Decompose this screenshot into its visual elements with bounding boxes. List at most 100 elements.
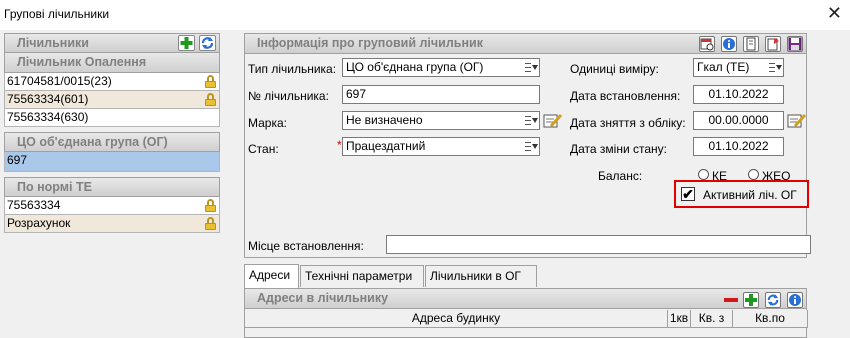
remove-address-button[interactable] [723, 292, 739, 308]
refresh-addresses-button[interactable] [765, 292, 781, 308]
tab-meters-in-group[interactable]: Лічильники в ОГ [425, 265, 537, 287]
units-label: Одиниці виміру: [570, 62, 659, 76]
lock-icon [205, 199, 216, 212]
addresses-header-label: Адреси в лічильнику [257, 291, 389, 305]
addresses-header: Адреси в лічильнику [245, 289, 806, 309]
tab-addresses[interactable]: Адреси [244, 264, 299, 288]
list-item-label: Розрахунок [7, 216, 71, 230]
column-apartment-to[interactable]: Кв.по [733, 310, 808, 328]
save-icon [788, 37, 802, 51]
plus-icon [745, 294, 757, 306]
list-item[interactable]: 75563334 [4, 197, 220, 215]
balance-label: Баланс: [598, 169, 643, 183]
location-label: Місце встановлення: [248, 239, 364, 253]
balance-zheo-radio[interactable] [748, 169, 759, 180]
plus-icon [180, 37, 193, 49]
lock-icon [205, 75, 216, 88]
column-apartment-from[interactable]: Кв. з [691, 310, 733, 328]
state-change-date-label: Дата зміни стану: [570, 142, 667, 156]
lock-icon [205, 93, 216, 106]
removal-date-value: 00.00.0000 [708, 113, 769, 127]
info-button[interactable] [721, 36, 737, 52]
column-address[interactable]: Адреса будинку [245, 310, 668, 328]
removal-date-input[interactable]: 00.00.0000 [693, 111, 784, 130]
calendar-clock-icon [700, 38, 714, 51]
meters-header: Лічильники [4, 33, 220, 53]
required-marker: * [337, 138, 342, 152]
list-item[interactable]: 75563334(630) [4, 109, 220, 127]
add-meter-button[interactable] [178, 35, 195, 51]
close-icon[interactable]: ✕ [827, 3, 842, 23]
state-change-date-value: 01.10.2022 [708, 139, 769, 153]
save-button[interactable] [787, 36, 803, 52]
meter-type-select[interactable]: ЦО об'єднана група (ОГ) [342, 58, 540, 77]
meters-header-label: Лічильники [17, 36, 89, 50]
list-item-selected[interactable]: 697 [4, 152, 220, 172]
location-input[interactable] [386, 235, 811, 254]
list-item-label: 697 [7, 153, 28, 167]
state-change-date-input[interactable]: 01.10.2022 [693, 137, 784, 156]
refresh-icon [201, 37, 214, 49]
brand-value: Не визначено [346, 113, 423, 127]
chevron-down-icon [524, 60, 538, 75]
addresses-panel: Адреси в лічильнику Адреса будинку 1кв К… [244, 288, 808, 338]
state-select[interactable]: Працездатний [342, 137, 540, 156]
document-button[interactable] [743, 36, 759, 52]
brand-select[interactable]: Не визначено [342, 111, 540, 130]
edit-icon [787, 113, 807, 128]
window-title: Групові лічильники [4, 7, 110, 21]
info-header-label: Інформація про груповий лічильник [257, 36, 483, 50]
install-date-input[interactable]: 01.10.2022 [693, 85, 784, 104]
group-header: ЦО об'єднана група (ОГ) [4, 132, 220, 152]
address-info-button[interactable] [787, 292, 803, 308]
meter-number-label: № лічильника: [248, 89, 329, 103]
brand-label: Марка: [248, 116, 287, 130]
refresh-icon [767, 294, 779, 306]
meter-number-value: 697 [346, 87, 367, 101]
edit-icon [543, 113, 563, 128]
document-icon [746, 37, 756, 51]
balance-ke-radio[interactable] [698, 169, 709, 180]
list-item-label: 75563334(630) [7, 110, 89, 124]
chevron-down-icon [524, 139, 538, 154]
tab-technical-parameters[interactable]: Технічні параметри [300, 265, 424, 287]
active-meter-label: Активний ліч. ОГ [703, 188, 797, 202]
state-label: Стан: [248, 142, 279, 156]
removal-date-label: Дата зняття з обліку: [570, 116, 686, 130]
window-titlebar: Групові лічильники ✕ [0, 0, 850, 30]
history-button[interactable] [699, 36, 715, 52]
lock-icon [205, 217, 216, 230]
export-button[interactable] [765, 36, 781, 52]
column-first-apartment[interactable]: 1кв [668, 310, 691, 328]
add-address-button[interactable] [743, 292, 759, 308]
norm-header: По нормі ТЕ [4, 177, 220, 197]
meter-number-input[interactable]: 697 [342, 85, 540, 104]
state-value: Працездатний [346, 139, 426, 153]
info-icon [789, 294, 801, 306]
list-item-label: 61704581/0015(23) [7, 74, 112, 88]
edit-removal-date-button[interactable] [787, 112, 807, 130]
units-value: Гкал (ТЕ) [697, 60, 750, 74]
active-meter-highlight: ✔ Активний ліч. ОГ [674, 180, 809, 208]
window-client: Лічильники Лічильник Опалення 61704581/0… [0, 30, 850, 338]
install-date-value: 01.10.2022 [708, 87, 769, 101]
meter-type-label: Тип лічильника: [248, 62, 337, 76]
export-icon [767, 38, 779, 51]
info-icon [723, 38, 735, 50]
edit-brand-button[interactable] [543, 112, 563, 130]
list-item[interactable]: 75563334(601) [4, 91, 220, 109]
refresh-button[interactable] [199, 35, 216, 51]
active-meter-checkbox[interactable]: ✔ [681, 187, 695, 201]
list-item-label: 75563334 [7, 198, 61, 212]
chevron-down-icon [524, 113, 538, 128]
list-item[interactable]: Розрахунок [4, 215, 220, 233]
heating-group-header: Лічильник Опалення [4, 53, 220, 73]
meter-info-panel: Інформація про груповий лічильник Тип лі… [244, 33, 811, 258]
units-select[interactable]: Гкал (ТЕ) [693, 58, 784, 77]
meters-list-panel: Лічильники Лічильник Опалення 61704581/0… [4, 33, 220, 233]
chevron-down-icon [768, 60, 782, 75]
list-item[interactable]: 61704581/0015(23) [4, 73, 220, 91]
install-date-label: Дата встановлення: [570, 89, 681, 103]
minus-icon [724, 298, 738, 302]
list-item-label: 75563334(601) [7, 92, 89, 106]
